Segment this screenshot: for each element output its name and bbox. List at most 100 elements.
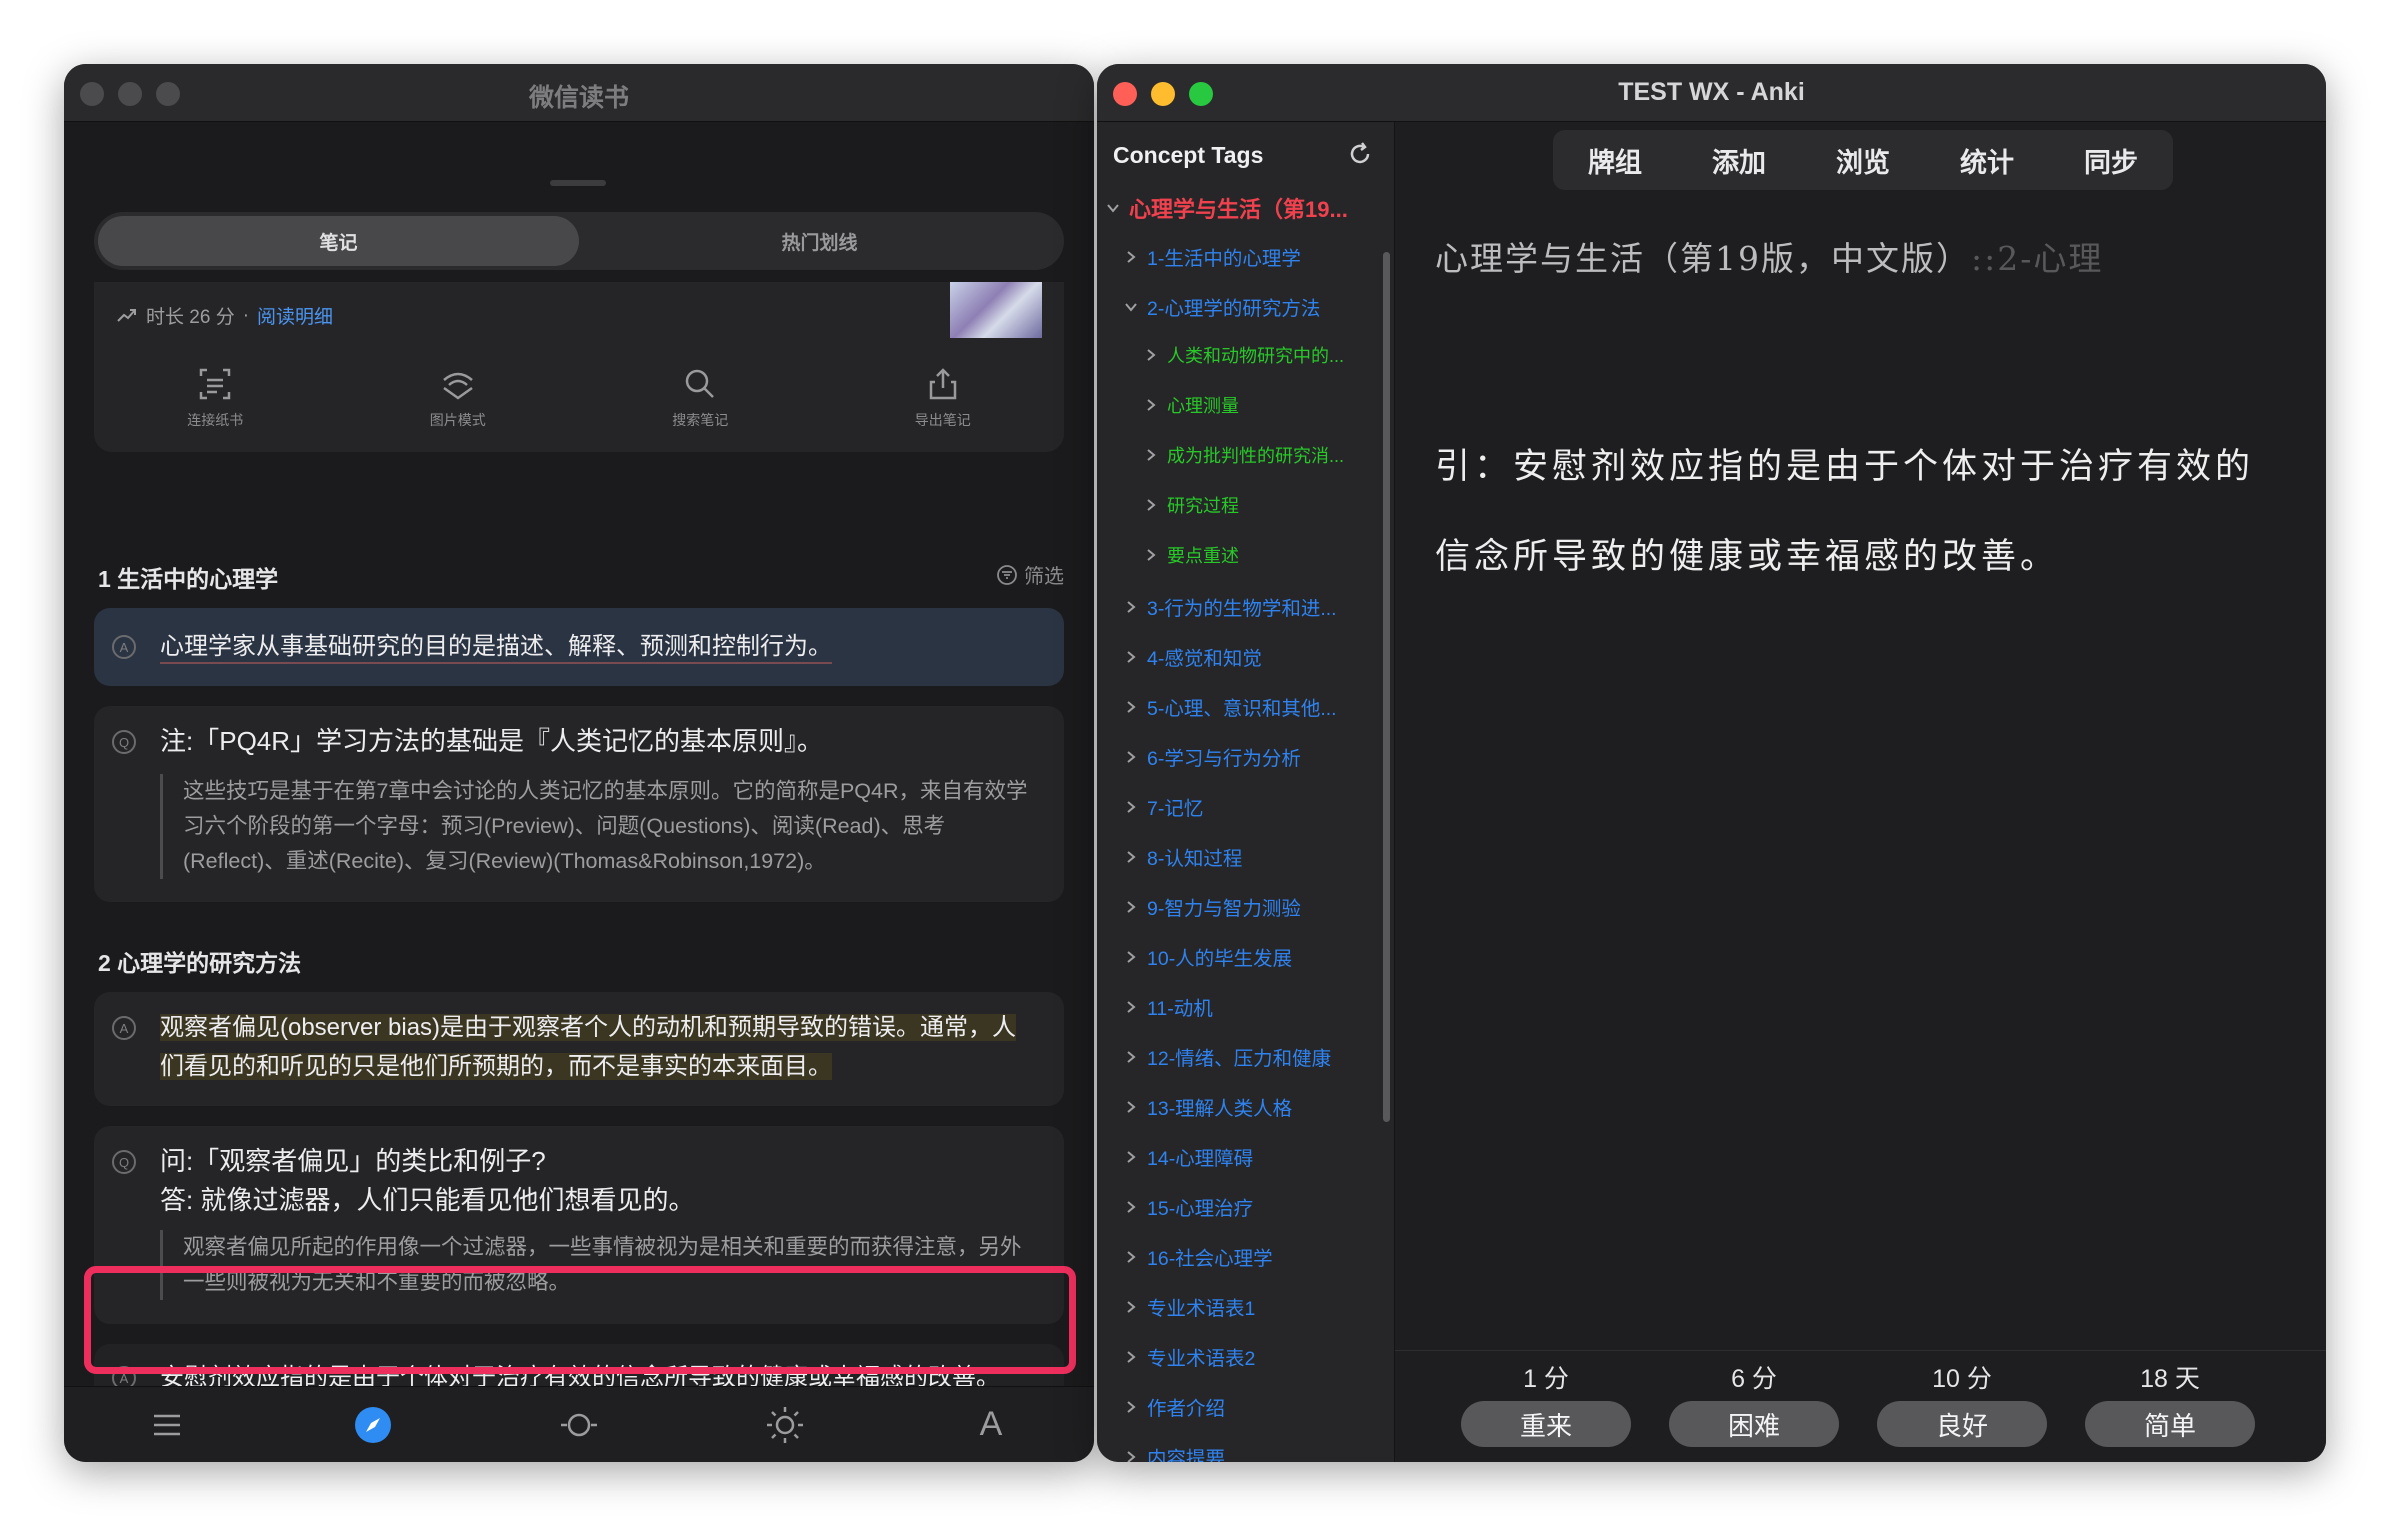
easy-button[interactable]: 简单 bbox=[2085, 1401, 2255, 1447]
menu-icon[interactable] bbox=[147, 1405, 187, 1445]
tag-tree-label: 专业术语表2 bbox=[1147, 1348, 1256, 1370]
toolbar-sync[interactable]: 同步 bbox=[2084, 141, 2138, 180]
note-card[interactable]: Q 注:「PQ4R」学习方法的基础是『人类记忆的基本原则』。 这些技巧是基于在第… bbox=[94, 706, 1064, 902]
font-icon[interactable]: A bbox=[971, 1405, 1011, 1445]
tag-tree-item[interactable]: 成为批判性的研究消... bbox=[1143, 442, 1344, 468]
tag-tree-item[interactable]: 5-心理、意识和其他... bbox=[1123, 692, 1337, 721]
tag-tree-item[interactable]: 11-动机 bbox=[1123, 992, 1213, 1021]
chevron-right-icon[interactable] bbox=[1123, 799, 1139, 815]
hard-button[interactable]: 困难 bbox=[1669, 1401, 1839, 1447]
compass-icon[interactable] bbox=[353, 1405, 393, 1445]
chevron-right-icon[interactable] bbox=[1123, 1149, 1139, 1165]
tag-tree-item[interactable]: 要点重述 bbox=[1143, 542, 1239, 568]
tag-tree-item[interactable]: 9-智力与智力测验 bbox=[1123, 892, 1301, 921]
tag-tree-item[interactable]: 内容提要 bbox=[1123, 1442, 1225, 1462]
good-button[interactable]: 良好 bbox=[1877, 1401, 2047, 1447]
chevron-right-icon[interactable] bbox=[1143, 347, 1159, 363]
chevron-right-icon[interactable] bbox=[1123, 249, 1139, 265]
card-content: 引：安慰剂效应指的是由于个体对于治疗有效的 信念所导致的健康或幸福感的改善。 bbox=[1435, 422, 2302, 602]
tag-tree-item[interactable]: 10-人的毕生发展 bbox=[1123, 942, 1292, 971]
refresh-icon[interactable] bbox=[1346, 140, 1374, 168]
tag-tree-item[interactable]: 16-社会心理学 bbox=[1123, 1242, 1273, 1271]
tag-tree-item[interactable]: 15-心理治疗 bbox=[1123, 1192, 1253, 1221]
toolbar-browse[interactable]: 浏览 bbox=[1836, 141, 1890, 180]
chevron-down-icon[interactable] bbox=[1105, 200, 1121, 216]
tag-tree-item[interactable]: 1-生活中的心理学 bbox=[1123, 242, 1301, 271]
tag-tree-item[interactable]: 14-心理障碍 bbox=[1123, 1142, 1253, 1171]
chevron-right-icon[interactable] bbox=[1123, 949, 1139, 965]
trend-icon bbox=[117, 308, 136, 322]
chevron-right-icon[interactable] bbox=[1123, 1099, 1139, 1115]
tag-tree-item[interactable]: 4-感觉和知觉 bbox=[1123, 642, 1262, 671]
chevron-right-icon[interactable] bbox=[1123, 899, 1139, 915]
card-text-line: 引：安慰剂效应指的是由于个体对于治疗有效的 bbox=[1435, 447, 2255, 487]
chevron-right-icon[interactable] bbox=[1123, 699, 1139, 715]
chevron-down-icon[interactable] bbox=[1123, 299, 1139, 315]
tag-tree-label: 11-动机 bbox=[1147, 998, 1213, 1020]
chevron-right-icon[interactable] bbox=[1123, 749, 1139, 765]
tag-tree-label: 15-心理治疗 bbox=[1147, 1198, 1254, 1220]
tag-tree-item[interactable]: 8-认知过程 bbox=[1123, 842, 1242, 871]
tag-tree-label: 10-人的毕生发展 bbox=[1147, 948, 1293, 970]
note-card[interactable]: A 心理学家从事基础研究的目的是描述、解释、预测和控制行为。 bbox=[94, 608, 1064, 686]
note-question: 问:「观察者偏见」的类比和例子? bbox=[160, 1146, 546, 1176]
toolbar-add[interactable]: 添加 bbox=[1712, 141, 1766, 180]
chevron-right-icon[interactable] bbox=[1123, 999, 1139, 1015]
tag-tree-item[interactable]: 心理测量 bbox=[1143, 392, 1239, 418]
tool-connect-paper-book[interactable]: 连接纸书 bbox=[94, 366, 337, 430]
toolbar-decks[interactable]: 牌组 bbox=[1588, 141, 1642, 180]
brightness-icon[interactable] bbox=[765, 1405, 805, 1445]
scan-icon bbox=[200, 368, 231, 400]
tag-tree-label: 13-理解人类人格 bbox=[1147, 1098, 1293, 1120]
interval-label: 18 天 bbox=[2140, 1365, 2200, 1393]
tag-tree-label: 4-感觉和知觉 bbox=[1147, 648, 1262, 670]
tag-tree-item[interactable]: 3-行为的生物学和进... bbox=[1123, 592, 1337, 621]
chevron-right-icon[interactable] bbox=[1123, 649, 1139, 665]
tool-export-notes[interactable]: 导出笔记 bbox=[822, 366, 1065, 430]
filter-button[interactable]: 筛选 bbox=[996, 560, 1064, 589]
tag-tree-label: 6-学习与行为分析 bbox=[1147, 748, 1301, 770]
tag-tree-item[interactable]: 作者介绍 bbox=[1123, 1392, 1225, 1421]
tag-tree-item[interactable]: 专业术语表1 bbox=[1123, 1292, 1255, 1321]
chevron-right-icon[interactable] bbox=[1123, 1349, 1139, 1365]
book-cover-thumbnail[interactable] bbox=[950, 282, 1042, 338]
tab-notes[interactable]: 笔记 bbox=[98, 216, 579, 266]
tag-tree-item[interactable]: 6-学习与行为分析 bbox=[1123, 742, 1301, 771]
tab-popular-highlights[interactable]: 热门划线 bbox=[579, 216, 1060, 266]
answer-again: 1 分 重来 bbox=[1461, 1359, 1631, 1447]
progress-icon[interactable] bbox=[559, 1405, 599, 1445]
tool-search-notes[interactable]: 搜索笔记 bbox=[579, 366, 822, 430]
chevron-right-icon[interactable] bbox=[1143, 547, 1159, 563]
reading-detail-link[interactable]: 阅读明细 bbox=[257, 302, 333, 329]
chevron-right-icon[interactable] bbox=[1123, 1449, 1139, 1463]
tag-tree-item[interactable]: 研究过程 bbox=[1143, 492, 1239, 518]
share-icon bbox=[929, 368, 956, 400]
chevron-right-icon[interactable] bbox=[1143, 447, 1159, 463]
chevron-right-icon[interactable] bbox=[1123, 1049, 1139, 1065]
anki-titlebar: TEST WX - Anki bbox=[1097, 64, 2326, 122]
chevron-right-icon[interactable] bbox=[1123, 849, 1139, 865]
chevron-right-icon[interactable] bbox=[1123, 1299, 1139, 1315]
tag-tree-item[interactable]: 12-情绪、压力和健康 bbox=[1123, 1042, 1331, 1071]
toolbar-stats[interactable]: 统计 bbox=[1960, 141, 2014, 180]
chevron-right-icon[interactable] bbox=[1143, 397, 1159, 413]
note-card[interactable]: A 观察者偏见(observer bias)是由于观察者个人的动机和预期导致的错… bbox=[94, 992, 1064, 1106]
tag-tree-item[interactable]: 心理学与生活（第19... bbox=[1105, 192, 1348, 224]
tag-tree-item[interactable]: 7-记忆 bbox=[1123, 792, 1203, 821]
tag-tree-item[interactable]: 13-理解人类人格 bbox=[1123, 1092, 1292, 1121]
answer-good: 10 分 良好 bbox=[1877, 1359, 2047, 1447]
chevron-right-icon[interactable] bbox=[1123, 599, 1139, 615]
tool-image-mode[interactable]: 图片模式 bbox=[337, 366, 580, 430]
chevron-right-icon[interactable] bbox=[1123, 1399, 1139, 1415]
sheet-grabber[interactable] bbox=[550, 180, 606, 186]
again-button[interactable]: 重来 bbox=[1461, 1401, 1631, 1447]
tag-tree-item[interactable]: 2-心理学的研究方法 bbox=[1123, 292, 1320, 321]
tag-tree-item[interactable]: 人类和动物研究中的... bbox=[1143, 342, 1344, 368]
sidebar-scrollbar[interactable] bbox=[1383, 252, 1390, 1122]
chevron-right-icon[interactable] bbox=[1143, 497, 1159, 513]
tag-tree-item[interactable]: 专业术语表2 bbox=[1123, 1342, 1255, 1371]
chevron-right-icon[interactable] bbox=[1123, 1249, 1139, 1265]
tag-tree-label: 14-心理障碍 bbox=[1147, 1148, 1254, 1170]
tag-tree-label: 1-生活中的心理学 bbox=[1147, 248, 1301, 270]
chevron-right-icon[interactable] bbox=[1123, 1199, 1139, 1215]
